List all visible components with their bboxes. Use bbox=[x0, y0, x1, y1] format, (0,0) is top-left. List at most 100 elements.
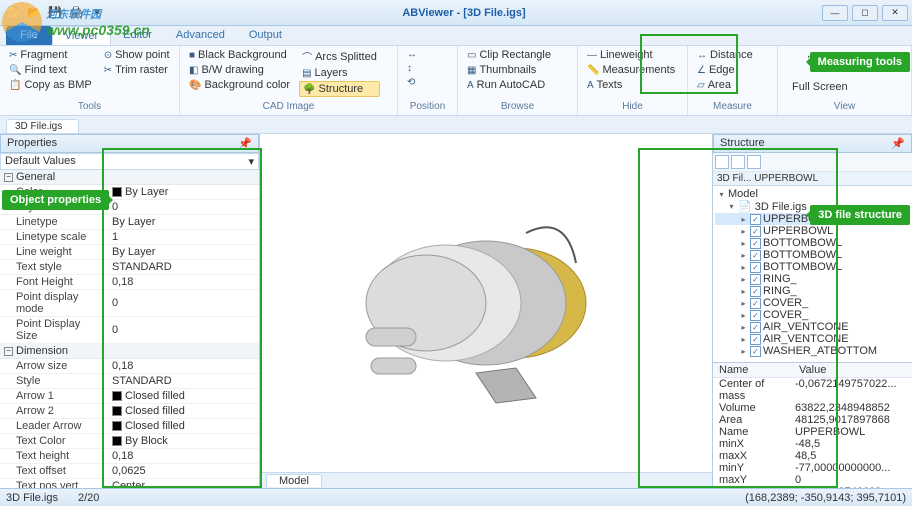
structure-toolbar bbox=[713, 153, 912, 172]
properties-panel: Properties📌 Default Values▾ −GeneralColo… bbox=[0, 134, 260, 488]
tb-icon-2[interactable] bbox=[731, 155, 745, 169]
status-page: 2/20 bbox=[78, 492, 99, 504]
edge-button[interactable]: ∠ Edge bbox=[694, 63, 756, 77]
prop-row[interactable]: LinetypeBy Layer bbox=[0, 215, 259, 230]
prop-row[interactable]: Line weightBy Layer bbox=[0, 245, 259, 260]
3d-view[interactable] bbox=[260, 134, 712, 472]
tab-output[interactable]: Output bbox=[237, 26, 294, 45]
detail-row: minX-48,5 bbox=[713, 438, 912, 450]
tab-advanced[interactable]: Advanced bbox=[164, 26, 237, 45]
structure-button[interactable]: 🌳 Structure bbox=[299, 81, 380, 97]
prop-row[interactable]: Leader ArrowClosed filled bbox=[0, 419, 259, 434]
watermark-logo-icon bbox=[2, 2, 42, 42]
detail-row: Area48125,9017897868 bbox=[713, 414, 912, 426]
prop-row[interactable]: Arrow 1Closed filled bbox=[0, 389, 259, 404]
autocad-button[interactable]: A Run AutoCAD bbox=[464, 78, 554, 92]
structure-breadcrumb[interactable]: 3D Fil... UPPERBOWL bbox=[713, 172, 912, 186]
detail-row: Volume63822,2348948852 bbox=[713, 402, 912, 414]
tree-root[interactable]: ▾Model bbox=[715, 188, 910, 200]
detail-row: maxX48,5 bbox=[713, 450, 912, 462]
tb-icon-3[interactable] bbox=[747, 155, 761, 169]
dropdown-icon: ▾ bbox=[248, 155, 254, 168]
tree-item[interactable]: ▸✓ COVER_ bbox=[715, 309, 910, 321]
trim-raster-button[interactable]: ✂ Trim raster bbox=[101, 63, 173, 77]
pin-icon[interactable]: 📌 bbox=[238, 137, 252, 150]
tree-item[interactable]: ▸✓ UPPERBOWL bbox=[715, 225, 910, 237]
detail-row: NameUPPERBOWL bbox=[713, 426, 912, 438]
tree-item[interactable]: ▸✓ RING_ bbox=[715, 285, 910, 297]
black-bg-button[interactable]: ■ Black Background bbox=[186, 48, 293, 62]
tree-item[interactable]: ▸✓ BOTTOMBOWL bbox=[715, 237, 910, 249]
arcs-button[interactable]: ⌒ Arcs Splitted bbox=[299, 48, 380, 65]
model-tabs: Model bbox=[260, 472, 712, 488]
pos-btn1[interactable]: ↔ bbox=[404, 48, 420, 61]
structure-header: Structure📌 bbox=[713, 134, 912, 153]
group-tools-label: Tools bbox=[6, 100, 173, 113]
group-cad-label: CAD Image bbox=[186, 100, 391, 113]
thumbnails-button[interactable]: ▦ Thumbnails bbox=[464, 63, 554, 77]
maximize-button[interactable]: ◻ bbox=[852, 5, 878, 21]
group-view-label: View bbox=[784, 100, 905, 113]
minimize-button[interactable]: — bbox=[822, 5, 848, 21]
measurements-button[interactable]: 📏 Measurements bbox=[584, 63, 678, 77]
copy-bmp-button[interactable]: 📋 Copy as BMP bbox=[6, 78, 95, 92]
show-point-button[interactable]: ⊙ Show point bbox=[101, 48, 173, 62]
window-title: ABViewer - [3D File.igs] bbox=[402, 7, 525, 19]
workspace: Properties📌 Default Values▾ −GeneralColo… bbox=[0, 134, 912, 488]
prop-row[interactable]: Text styleSTANDARD bbox=[0, 260, 259, 275]
prop-row[interactable]: Linetype scale1 bbox=[0, 230, 259, 245]
detail-row: Center of mass-0,0672149757022... bbox=[713, 378, 912, 402]
texts-button[interactable]: A Texts bbox=[584, 78, 678, 92]
fragment-button[interactable]: ✂ Fragment bbox=[6, 48, 95, 62]
tree-item[interactable]: ▸✓ AIR_VENTCONE bbox=[715, 333, 910, 345]
props-selector[interactable]: Default Values▾ bbox=[0, 153, 259, 170]
distance-button[interactable]: ↔ Distance bbox=[694, 48, 756, 62]
tree-item[interactable]: ▸✓ AIR_VENTCONE bbox=[715, 321, 910, 333]
status-coords: (168,2389; -350,9143; 395,7101) bbox=[745, 492, 906, 504]
tree-item[interactable]: ▸✓ COVER_ bbox=[715, 297, 910, 309]
clip-rect-button[interactable]: ▭ Clip Rectangle bbox=[464, 48, 554, 62]
prop-row[interactable]: Arrow 2Closed filled bbox=[0, 404, 259, 419]
find-text-button[interactable]: 🔍 Find text bbox=[6, 63, 95, 77]
status-file: 3D File.igs bbox=[6, 492, 58, 504]
doc-tab-3dfile[interactable]: 3D File.igs bbox=[6, 119, 79, 133]
group-position-label: Position bbox=[404, 100, 451, 113]
tree-item[interactable]: ▸✓ RING_ bbox=[715, 273, 910, 285]
window-controls: — ◻ ✕ bbox=[822, 5, 908, 21]
callout-structure: 3D file structure bbox=[810, 205, 910, 225]
model-render bbox=[316, 173, 656, 433]
prop-row[interactable]: StyleSTANDARD bbox=[0, 374, 259, 389]
detail-value-header: Value bbox=[793, 363, 832, 377]
viewport[interactable]: Model bbox=[260, 134, 712, 488]
prop-row[interactable]: Text height0,18 bbox=[0, 449, 259, 464]
tree-item[interactable]: ▸✓ BOTTOMBOWL bbox=[715, 249, 910, 261]
pin-icon[interactable]: 📌 bbox=[891, 137, 905, 150]
watermark: 河东软件园 www.pc0359.cn bbox=[2, 2, 150, 42]
detail-row: minY-77,00000000000... bbox=[713, 462, 912, 474]
layers-button[interactable]: ▤ Layers bbox=[299, 66, 380, 80]
prop-row[interactable]: Font Height0,18 bbox=[0, 275, 259, 290]
prop-section[interactable]: −General bbox=[0, 170, 259, 185]
prop-row[interactable]: Text ColorBy Block bbox=[0, 434, 259, 449]
statusbar: 3D File.igs 2/20 (168,2389; -350,9143; 3… bbox=[0, 488, 912, 506]
prop-row[interactable]: Arrow size0,18 bbox=[0, 359, 259, 374]
bg-color-button[interactable]: 🎨 Background color bbox=[186, 78, 293, 92]
prop-row[interactable]: Point display mode0 bbox=[0, 290, 259, 317]
tb-icon-1[interactable] bbox=[715, 155, 729, 169]
group-hide-label: Hide bbox=[584, 100, 681, 113]
prop-row[interactable]: Point Display Size0 bbox=[0, 317, 259, 344]
prop-row[interactable]: Text pos vertCenter bbox=[0, 479, 259, 488]
pos-btn2[interactable]: ↕ bbox=[404, 62, 420, 75]
area-button[interactable]: ▱ Area bbox=[694, 78, 756, 92]
close-button[interactable]: ✕ bbox=[882, 5, 908, 21]
tree-item[interactable]: ▸✓ BOTTOMBOWL bbox=[715, 261, 910, 273]
pos-btn3[interactable]: ⟲ bbox=[404, 76, 420, 89]
bw-drawing-button[interactable]: ◧ B/W drawing bbox=[186, 63, 293, 77]
detail-name-header: Name bbox=[713, 363, 793, 377]
lineweight-button[interactable]: — Lineweight bbox=[584, 48, 678, 62]
detail-panel: Name Value Center of mass-0,067214975702… bbox=[713, 362, 912, 488]
tree-item[interactable]: ▸✓ WASHER_ATBOTTOM bbox=[715, 345, 910, 357]
prop-row[interactable]: Text offset0,0625 bbox=[0, 464, 259, 479]
model-tab[interactable]: Model bbox=[266, 474, 322, 487]
prop-section[interactable]: −Dimension bbox=[0, 344, 259, 359]
